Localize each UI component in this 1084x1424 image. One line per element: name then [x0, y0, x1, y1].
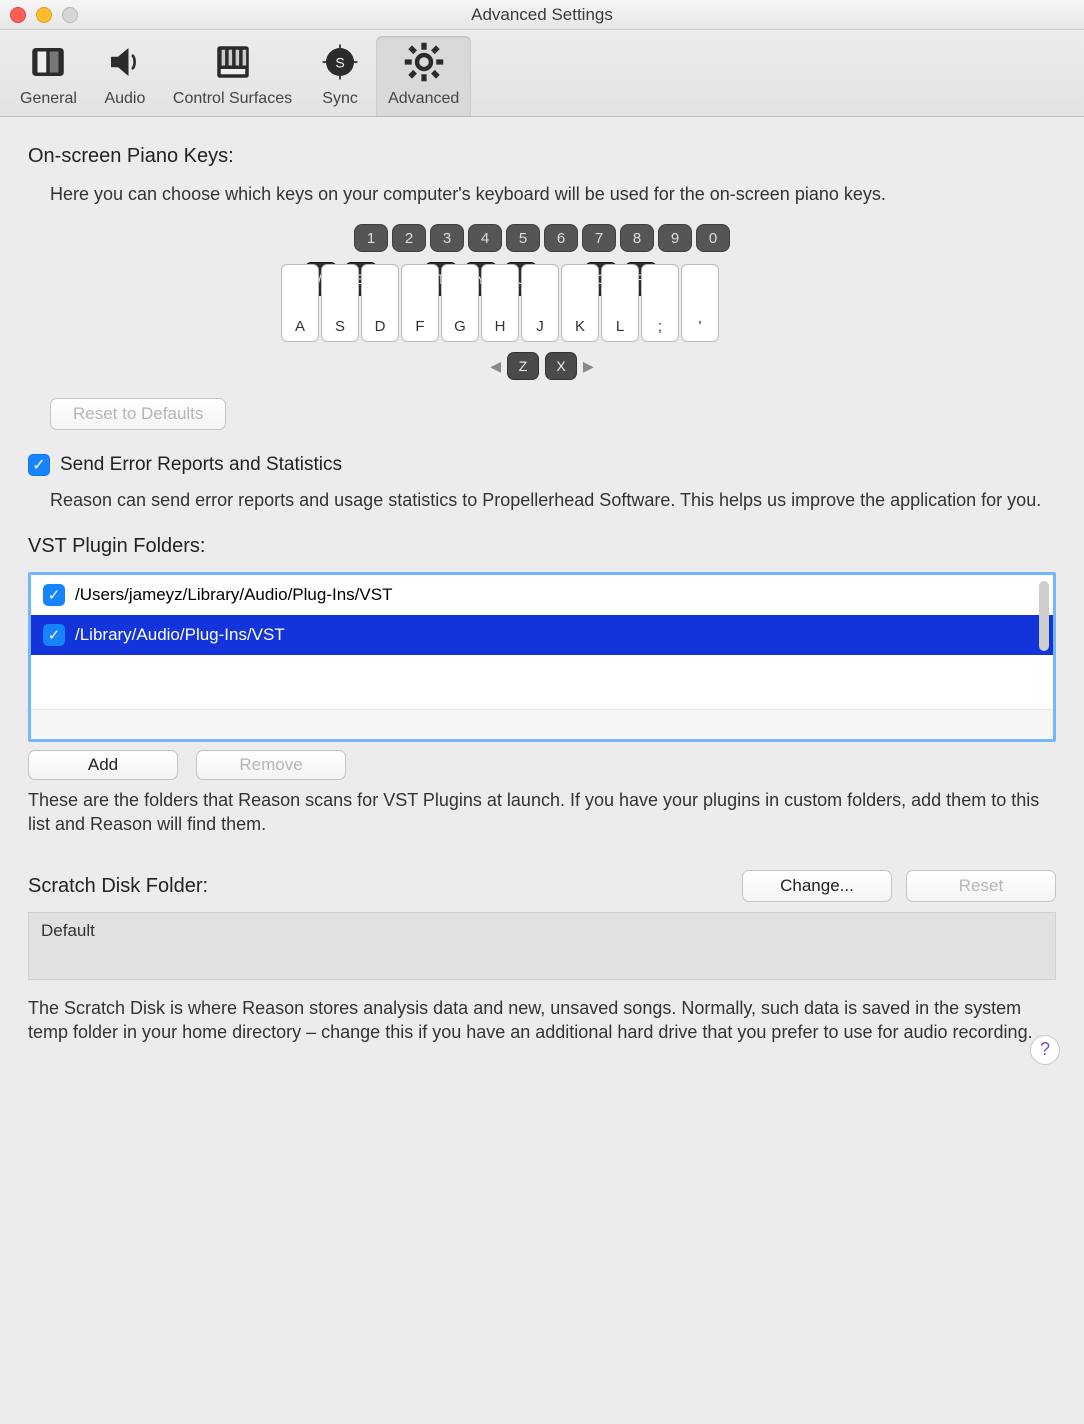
octave-up-key[interactable]: X	[545, 352, 577, 380]
octave-right-icon: ▶	[583, 358, 594, 375]
tab-general[interactable]: General	[8, 36, 89, 116]
tab-sync-label: Sync	[322, 90, 358, 108]
white-key[interactable]: K	[561, 264, 599, 342]
vst-folder-path: /Library/Audio/Plug-Ins/VST	[75, 625, 285, 645]
num-key[interactable]: 2	[392, 224, 426, 252]
octave-left-icon: ◀	[490, 358, 501, 375]
tab-audio-label: Audio	[104, 90, 145, 108]
scratch-help: The Scratch Disk is where Reason stores …	[28, 996, 1056, 1045]
send-error-reports-label: Send Error Reports and Statistics	[60, 454, 342, 476]
white-key[interactable]: S	[321, 264, 359, 342]
vst-folder-row[interactable]: ✓ /Users/jameyz/Library/Audio/Plug-Ins/VS…	[31, 575, 1053, 615]
white-key[interactable]: ;	[641, 264, 679, 342]
white-key[interactable]: G	[441, 264, 479, 342]
tab-general-label: General	[20, 90, 77, 108]
speaker-icon	[104, 41, 146, 88]
gear-icon	[403, 41, 445, 88]
tab-sync[interactable]: S Sync	[304, 36, 376, 116]
vst-help: These are the folders that Reason scans …	[28, 788, 1056, 837]
vst-add-button[interactable]: Add	[28, 750, 178, 780]
vst-list-footer	[31, 709, 1053, 739]
tab-audio[interactable]: Audio	[89, 36, 161, 116]
num-key[interactable]: 7	[582, 224, 616, 252]
svg-text:S: S	[335, 54, 344, 70]
scratch-folder-value: Default	[41, 921, 95, 940]
num-key[interactable]: 9	[658, 224, 692, 252]
vst-scrollbar[interactable]	[1039, 581, 1049, 651]
help-icon: ?	[1040, 1039, 1050, 1060]
num-key[interactable]: 4	[468, 224, 502, 252]
tab-advanced[interactable]: Advanced	[376, 36, 471, 116]
error-reports-help: Reason can send error reports and usage …	[28, 488, 1056, 512]
white-key[interactable]: H	[481, 264, 519, 342]
close-window-button[interactable]	[10, 7, 26, 23]
send-error-reports-checkbox[interactable]: ✓	[28, 454, 50, 476]
num-key[interactable]: 0	[696, 224, 730, 252]
white-key[interactable]: D	[361, 264, 399, 342]
window-title: Advanced Settings	[0, 5, 1084, 25]
vst-folder-checkbox[interactable]: ✓	[43, 584, 65, 606]
white-key[interactable]: '	[681, 264, 719, 342]
num-key[interactable]: 3	[430, 224, 464, 252]
vst-folder-path: /Users/jameyz/Library/Audio/Plug-Ins/VST	[75, 585, 392, 605]
vst-folder-checkbox[interactable]: ✓	[43, 624, 65, 646]
advanced-pane: On-screen Piano Keys: Here you can choos…	[0, 117, 1084, 1083]
minimize-window-button[interactable]	[36, 7, 52, 23]
vst-remove-button[interactable]: Remove	[196, 750, 346, 780]
scratch-folder-display: Default	[28, 912, 1056, 980]
num-key[interactable]: 6	[544, 224, 578, 252]
num-key[interactable]: 1	[354, 224, 388, 252]
tab-control-surfaces[interactable]: Control Surfaces	[161, 36, 304, 116]
scratch-change-button[interactable]: Change...	[742, 870, 892, 902]
help-button[interactable]: ?	[1030, 1035, 1060, 1065]
white-key[interactable]: J	[521, 264, 559, 342]
num-key[interactable]: 8	[620, 224, 654, 252]
white-key[interactable]: F	[401, 264, 439, 342]
piano-heading: On-screen Piano Keys:	[28, 145, 1056, 168]
titlebar: Advanced Settings	[0, 0, 1084, 30]
white-key[interactable]: L	[601, 264, 639, 342]
num-key[interactable]: 5	[506, 224, 540, 252]
reset-piano-button[interactable]: Reset to Defaults	[50, 398, 226, 430]
octave-down-key[interactable]: Z	[507, 352, 539, 380]
piano-keymap: 1234567890 WETYUOP ASDFGHJKL;' ◀ Z X ▶	[28, 224, 1056, 380]
vst-folder-row[interactable]: ✓ /Library/Audio/Plug-Ins/VST	[31, 615, 1053, 655]
vst-heading: VST Plugin Folders:	[28, 535, 1056, 558]
mixer-icon	[212, 41, 254, 88]
scratch-reset-button[interactable]: Reset	[906, 870, 1056, 902]
tab-surfaces-label: Control Surfaces	[173, 90, 292, 108]
piano-help: Here you can choose which keys on your c…	[28, 182, 1056, 206]
scratch-heading: Scratch Disk Folder:	[28, 875, 728, 898]
prefs-toolbar: General Audio Control Surfaces S Sync	[0, 30, 1084, 117]
general-icon	[27, 41, 69, 88]
zoom-window-button[interactable]	[62, 7, 78, 23]
vst-folder-list[interactable]: ✓ /Users/jameyz/Library/Audio/Plug-Ins/VS…	[28, 572, 1056, 742]
tab-advanced-label: Advanced	[388, 90, 459, 108]
sync-icon: S	[319, 41, 361, 88]
white-key[interactable]: A	[281, 264, 319, 342]
window-controls	[10, 7, 78, 23]
